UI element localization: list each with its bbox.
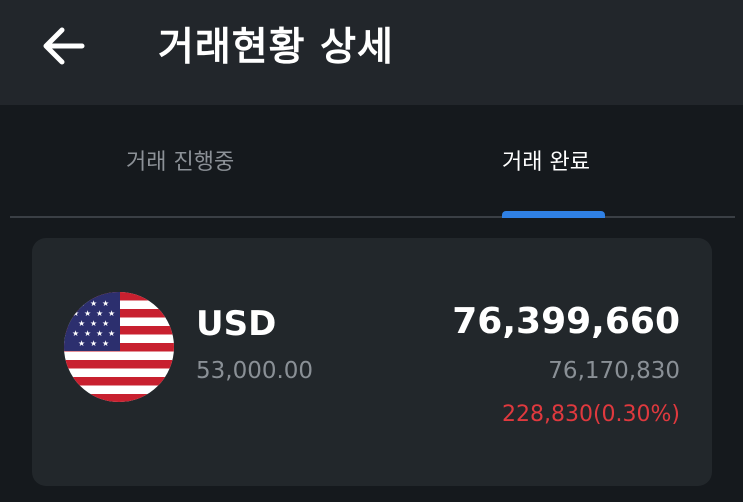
tab-completed[interactable]: 거래 완료 — [502, 145, 590, 181]
svg-text:★: ★ — [108, 329, 115, 338]
svg-text:★: ★ — [96, 329, 103, 338]
svg-text:★: ★ — [90, 339, 97, 348]
header: 거래현황 상세 — [0, 0, 743, 105]
svg-text:★: ★ — [78, 319, 85, 328]
transaction-card[interactable]: ★ ★ ★ ★ ★ ★ ★ ★ ★ ★ ★ ★ ★ ★ ★ ★ ★ USD 53,000.00 76,3… — [32, 238, 712, 486]
svg-text:★: ★ — [90, 299, 97, 308]
krw-total-amount: 76,399,660 — [452, 301, 680, 342]
krw-base-amount: 76,170,830 — [548, 358, 680, 384]
tab-divider — [10, 216, 735, 218]
app-screen: 거래현황 상세 거래 진행중 거래 완료 ★★★ ★★★★ ★★★ — [0, 0, 743, 502]
currency-code: USD — [196, 304, 277, 344]
tab-bar: 거래 진행중 거래 완료 — [0, 105, 743, 220]
svg-text:★: ★ — [102, 299, 109, 308]
active-tab-indicator — [502, 211, 605, 218]
svg-text:★: ★ — [90, 319, 97, 328]
svg-text:★: ★ — [72, 329, 79, 338]
svg-text:★: ★ — [84, 309, 91, 318]
svg-text:★: ★ — [72, 309, 79, 318]
tab-in-progress[interactable]: 거래 진행중 — [126, 145, 234, 181]
svg-text:★: ★ — [102, 339, 109, 348]
svg-text:★: ★ — [108, 309, 115, 318]
arrow-left-icon — [43, 27, 85, 65]
svg-text:★: ★ — [102, 319, 109, 328]
svg-text:★: ★ — [78, 339, 85, 348]
price-difference: 228,830(0.30%) — [501, 402, 680, 427]
foreign-amount: 53,000.00 — [196, 358, 314, 384]
back-button[interactable] — [34, 22, 90, 70]
us-flag-icon: ★ ★ ★ ★ ★ ★ ★ ★ ★ ★ ★ ★ ★ ★ ★ ★ ★ — [64, 292, 174, 402]
svg-text:★: ★ — [78, 299, 85, 308]
page-title: 거래현황 상세 — [158, 25, 394, 70]
svg-text:★: ★ — [84, 329, 91, 338]
svg-text:★: ★ — [96, 309, 103, 318]
